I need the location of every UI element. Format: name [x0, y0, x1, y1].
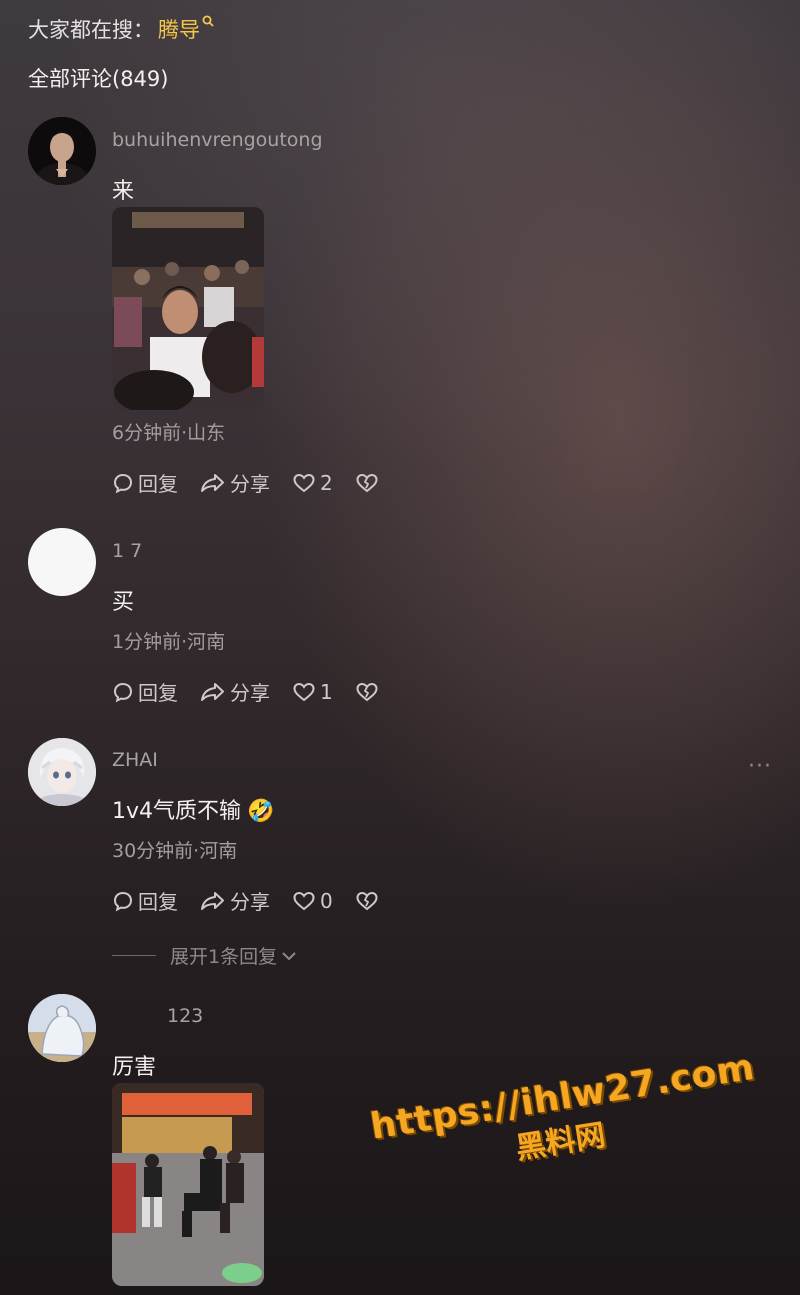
heart-icon	[293, 473, 315, 492]
comment-image[interactable]	[112, 1083, 264, 1286]
heart-icon	[293, 682, 315, 701]
dislike-button[interactable]	[355, 890, 383, 912]
reply-button[interactable]: 回复	[112, 886, 178, 915]
search-keyword[interactable]: 腾导	[158, 14, 200, 44]
like-button[interactable]: 0	[292, 889, 333, 913]
broken-heart-icon	[356, 682, 378, 701]
search-suggestion[interactable]: 大家都在搜： 腾导	[28, 14, 214, 44]
avatar[interactable]	[28, 117, 96, 185]
comment-bubble-icon	[113, 473, 133, 493]
reply-button[interactable]: 回复	[112, 468, 178, 497]
like-button[interactable]: 1	[292, 680, 333, 704]
share-button[interactable]: 分享	[200, 468, 270, 497]
comment-text: 买	[112, 590, 135, 615]
like-button[interactable]: 2	[292, 471, 333, 495]
comment-actions: 回复 分享 2	[112, 468, 405, 497]
expand-replies-button[interactable]: 展开1条回复	[112, 942, 298, 969]
search-icon	[202, 15, 214, 27]
comment-text: 1v4气质不输 🤣	[112, 793, 274, 825]
comment-actions: 回复 分享 1	[112, 677, 405, 706]
reply-label: 回复	[138, 890, 178, 914]
like-count: 2	[320, 470, 333, 495]
chevron-down-icon	[282, 951, 296, 960]
avatar[interactable]	[28, 738, 96, 806]
watermark: https://ihlw27.com 黑料网	[368, 1047, 758, 1190]
reply-label: 回复	[138, 681, 178, 705]
reply-label: 回复	[138, 472, 178, 496]
avatar[interactable]	[28, 994, 96, 1062]
share-icon	[201, 891, 224, 910]
heart-icon	[293, 891, 315, 910]
comment-username[interactable]: 123	[167, 1005, 203, 1027]
comment-actions: 回复 分享 0	[112, 886, 405, 915]
comment-meta: 30分钟前·河南	[112, 840, 238, 862]
share-icon	[201, 473, 224, 492]
comment-meta: 6分钟前·山东	[112, 422, 226, 444]
reply-button[interactable]: 回复	[112, 677, 178, 706]
comment-bubble-icon	[113, 891, 133, 911]
share-button[interactable]: 分享	[200, 886, 270, 915]
comment-bubble-icon	[113, 682, 133, 702]
comment-image[interactable]	[112, 207, 264, 410]
comment-username[interactable]: buhuihenvrengoutong	[112, 129, 323, 151]
comments-count-title: 全部评论(849)	[28, 67, 169, 91]
expand-replies-label: 展开1条回复	[170, 946, 278, 968]
share-label: 分享	[230, 472, 270, 496]
avatar[interactable]	[28, 528, 96, 596]
share-label: 分享	[230, 890, 270, 914]
comment-username[interactable]: 1 7	[112, 540, 142, 562]
share-icon	[201, 682, 224, 701]
comment-text: 来	[112, 179, 135, 204]
search-suggestion-label: 大家都在搜：	[28, 18, 154, 42]
more-options-button[interactable]: ···	[748, 754, 772, 779]
dislike-button[interactable]	[355, 472, 383, 494]
broken-heart-icon	[356, 891, 378, 910]
like-count: 1	[320, 679, 333, 704]
laughing-emoji-icon: 🤣	[247, 799, 275, 824]
comment-text-body: 1v4气质不输	[112, 799, 242, 824]
share-label: 分享	[230, 681, 270, 705]
like-count: 0	[320, 888, 333, 913]
divider	[112, 955, 156, 956]
comment-username[interactable]: ZHAI	[112, 749, 158, 771]
share-button[interactable]: 分享	[200, 677, 270, 706]
dislike-button[interactable]	[355, 681, 383, 703]
comment-text: 厉害	[112, 1055, 157, 1080]
comment-meta: 1分钟前·河南	[112, 631, 226, 653]
broken-heart-icon	[356, 473, 378, 492]
